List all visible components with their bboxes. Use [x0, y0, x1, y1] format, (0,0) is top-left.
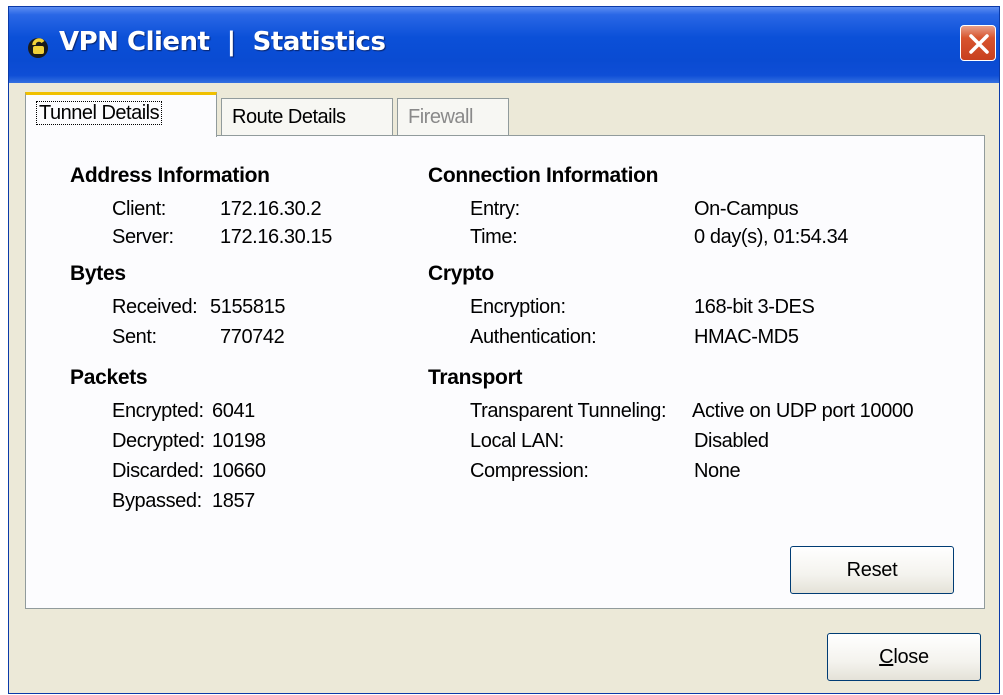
encrypted-label: Encrypted:	[112, 400, 204, 422]
received-value: 5155815	[210, 296, 286, 318]
server-value: 172.16.30.15	[220, 226, 332, 248]
close-button-mnemonic: C	[879, 646, 894, 668]
discarded-label: Discarded:	[112, 460, 204, 482]
crypto-heading: Crypto	[428, 262, 494, 285]
encrypted-value: 6041	[212, 400, 255, 422]
compression-value: None	[694, 460, 741, 482]
entry-label: Entry:	[470, 198, 520, 220]
close-icon	[969, 34, 989, 54]
decrypted-label: Decrypted:	[112, 430, 205, 452]
close-window-button[interactable]	[960, 25, 996, 61]
sent-value: 770742	[220, 326, 285, 348]
reset-button-label: Reset	[846, 559, 898, 581]
authentication-value: HMAC-MD5	[694, 326, 799, 348]
tunnel-details-panel: Address Information Client: 172.16.30.2 …	[25, 135, 985, 609]
sent-label: Sent:	[112, 326, 157, 348]
reset-button[interactable]: Reset	[790, 546, 954, 594]
discarded-value: 10660	[212, 460, 266, 482]
tab-tunnel-details[interactable]: Tunnel Details	[25, 92, 217, 137]
bypassed-label: Bypassed:	[112, 490, 202, 512]
time-label: Time:	[470, 226, 518, 248]
tab-firewall[interactable]: Firewall	[397, 98, 509, 136]
packets-heading: Packets	[70, 366, 148, 389]
tab-route-details[interactable]: Route Details	[221, 98, 393, 136]
transparent-tunneling-label: Transparent Tunneling:	[470, 400, 667, 422]
title-bar[interactable]: VPN Client | Statistics	[9, 7, 999, 83]
tab-tunnel-details-label: Tunnel Details	[36, 101, 163, 125]
transparent-tunneling-value: Active on UDP port 10000	[692, 400, 914, 422]
decrypted-value: 10198	[212, 430, 266, 452]
entry-value: On-Campus	[694, 198, 799, 220]
received-label: Received:	[112, 296, 198, 318]
window-title: VPN Client | Statistics	[59, 27, 386, 57]
encryption-label: Encryption:	[470, 296, 566, 318]
server-label: Server:	[112, 226, 174, 248]
client-value: 172.16.30.2	[220, 198, 322, 220]
bytes-heading: Bytes	[70, 262, 126, 285]
compression-label: Compression:	[470, 460, 589, 482]
client-label: Client:	[112, 198, 166, 220]
authentication-label: Authentication:	[470, 326, 597, 348]
local-lan-label: Local LAN:	[470, 430, 564, 452]
vpn-lock-icon	[28, 38, 48, 58]
time-value: 0 day(s), 01:54.34	[694, 226, 849, 248]
close-button[interactable]: Close	[827, 633, 981, 681]
local-lan-value: Disabled	[694, 430, 769, 452]
address-information-heading: Address Information	[70, 164, 270, 187]
statistics-window: VPN Client | Statistics Tunnel Details R…	[8, 6, 1000, 694]
tab-route-details-label: Route Details	[232, 106, 346, 128]
close-button-label: lose	[893, 646, 929, 668]
encryption-value: 168-bit 3-DES	[694, 296, 815, 318]
bypassed-value: 1857	[212, 490, 255, 512]
connection-information-heading: Connection Information	[428, 164, 659, 187]
transport-heading: Transport	[428, 366, 523, 389]
tab-firewall-label: Firewall	[408, 106, 473, 128]
